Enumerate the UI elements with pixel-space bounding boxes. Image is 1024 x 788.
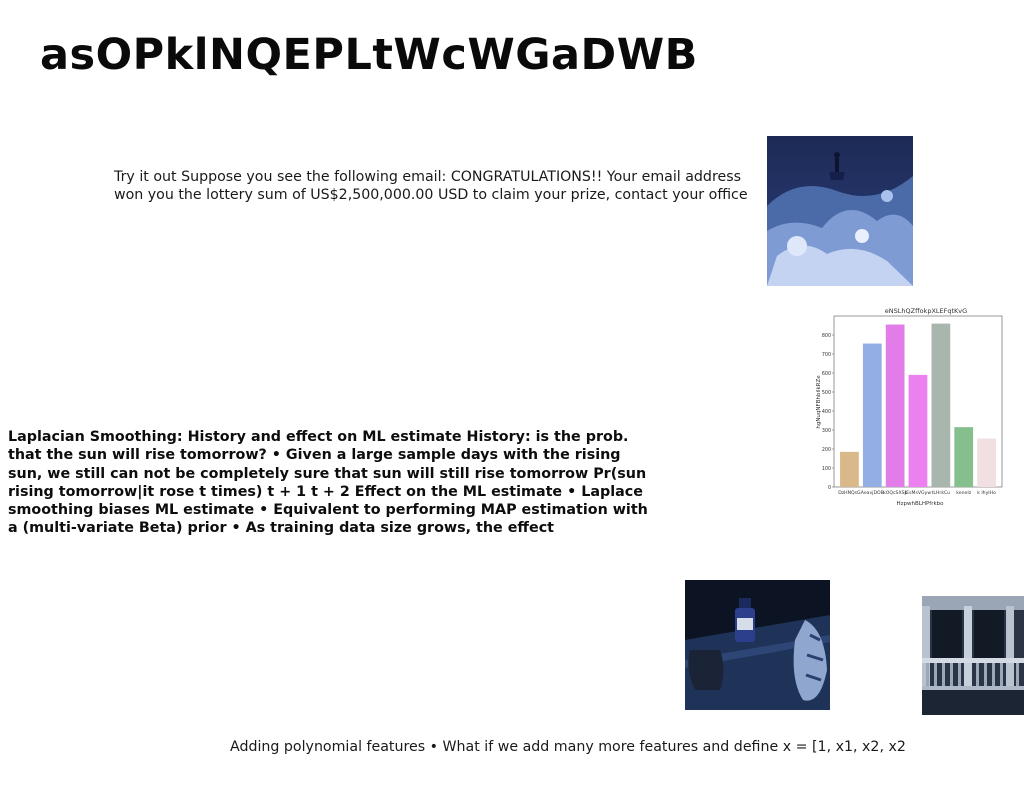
y-tick-label: 500 (822, 390, 831, 396)
bottle-on-table-photo (685, 580, 830, 710)
y-tick-label: 700 (822, 352, 831, 358)
y-tick-label: 400 (822, 409, 831, 415)
x-tick-label: k IhyIHo (977, 490, 996, 496)
chart-y-axis-label: hgNuqNFBhbilkRZe (816, 375, 822, 429)
bar-chart: eNSLhQZffokpXLEFqtKvG HzpwhBLHPfrkbo hgN… (812, 302, 1024, 512)
x-tick-label: DzHNQsG (838, 490, 861, 496)
bar-0 (840, 451, 859, 487)
bar-3 (908, 374, 928, 487)
porch-balcony-photo (922, 596, 1024, 715)
y-tick-label: 300 (822, 428, 831, 434)
laplacian-smoothing-paragraph: Laplacian Smoothing: History and effect … (8, 429, 648, 537)
y-tick-label: 0 (828, 485, 831, 491)
bar-2 (885, 324, 905, 487)
slide-title: asOPklNQEPLtWcWGaDWB (40, 30, 698, 80)
y-tick-label: 100 (822, 466, 831, 472)
chart-title: eNSLhQZffokpXLEFqtKvG (885, 307, 967, 315)
y-tick-label: 200 (822, 447, 831, 453)
x-tick-label: keneIz (956, 490, 971, 496)
bar-1 (862, 343, 882, 487)
bar-4 (931, 323, 951, 487)
polynomial-features-paragraph: Adding polynomial features • What if we … (230, 739, 906, 755)
bar-5 (954, 427, 974, 487)
y-tick-label: 800 (822, 333, 831, 339)
chart-x-axis-label: HzpwhBLHPfrkbo (896, 501, 944, 507)
snowy-landscape-photo (767, 136, 913, 286)
x-tick-label: tLHrkCu (932, 490, 951, 496)
x-tick-label: AeavjDOB (861, 490, 884, 496)
y-tick-label: 600 (822, 371, 831, 377)
x-tick-label: kOQcSXSk (883, 490, 907, 496)
email-example-paragraph: Try it out Suppose you see the following… (114, 169, 748, 203)
x-tick-label: JEsMsVGyw (904, 490, 931, 496)
bar-6 (977, 438, 996, 487)
